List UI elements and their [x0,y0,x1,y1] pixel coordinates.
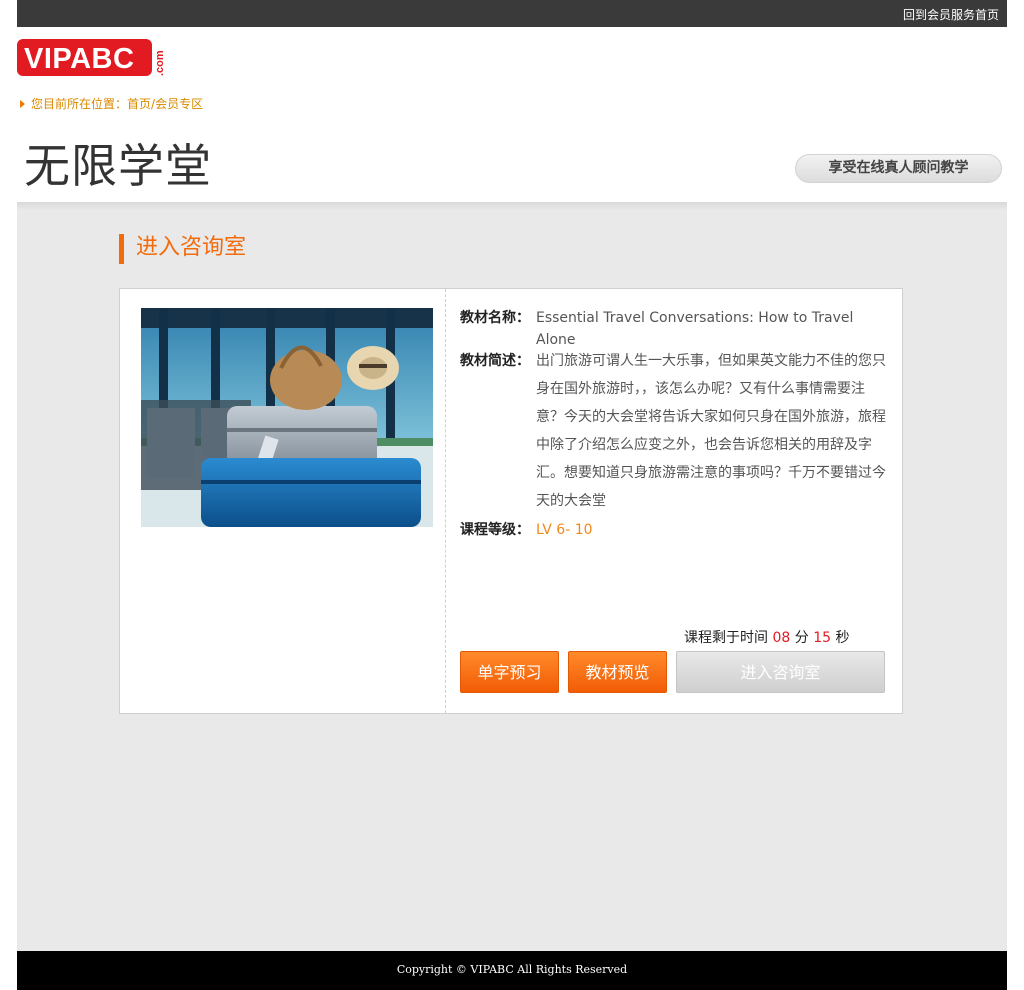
countdown-minute-unit: 分 [790,630,814,646]
countdown-seconds: 15 [813,630,832,646]
top-bar: 回到会员服务首页 [17,0,1007,27]
course-countdown: 课程剩于时间 08 分 15 秒 [684,627,849,647]
enter-consultation-room-button[interactable]: 进入咨询室 [676,651,885,693]
main-top-shadow [17,202,1007,210]
course-description-label: 教材简述： [460,353,530,369]
logo-text: VIPABC [24,43,135,75]
countdown-prefix: 课程剩于时间 [684,630,773,646]
course-description-value: 出门旅游可谓人生一大乐事，但如果英文能力不佳的您只身在国外旅游时，，该怎么办呢？… [536,353,886,509]
breadcrumb: 您目前所在位置： 首页 / 会员专区 [20,95,203,112]
breadcrumb-arrow-icon [20,99,25,108]
countdown-minutes: 08 [772,630,791,646]
course-level-label: 课程等级： [460,522,530,538]
logo-badge: VIPABC [17,39,152,76]
page: 回到会员服务首页 VIPABC .com 您目前所在位置： 首页 / 会员专区 … [0,0,1024,990]
breadcrumb-member-area-link[interactable]: 会员专区 [155,95,203,112]
footer: Copyright © VIPABC All Rights Reserved [17,951,1007,990]
vocab-preview-button[interactable]: 单字预习 [460,651,559,693]
footer-copyright: Copyright © VIPABC All Rights Reserved [396,963,628,976]
course-title-label: 教材名称： [460,310,530,326]
slogan-badge: 享受在线真人顾问教学 [795,154,1002,183]
countdown-second-unit: 秒 [831,630,850,646]
material-preview-button[interactable]: 教材预览 [568,651,667,693]
course-card: 教材名称： Essential Travel Conversations: Ho… [119,288,903,714]
course-title-row: 教材名称： Essential Travel Conversations: Ho… [460,307,890,351]
page-title: 无限学堂 [24,139,212,193]
course-level-row: 课程等级： LV 6- 10 [460,519,593,541]
breadcrumb-home-link[interactable]: 首页 [127,95,151,112]
card-divider [445,289,446,713]
course-description-row: 教材简述： 出门旅游可谓人生一大乐事，但如果英文能力不佳的您只身在国外旅游时，，… [460,347,886,515]
section-title: 进入咨询室 [119,234,246,264]
course-title-value: Essential Travel Conversations: How to T… [536,310,854,348]
travel-luggage-illustration [141,308,433,527]
breadcrumb-prefix: 您目前所在位置： [31,97,128,111]
member-home-link[interactable]: 回到会员服务首页 [903,6,999,23]
course-level-value: LV 6- 10 [536,522,593,538]
course-image-travel-luggage [141,308,433,527]
logo-suffix: .com [154,50,166,76]
